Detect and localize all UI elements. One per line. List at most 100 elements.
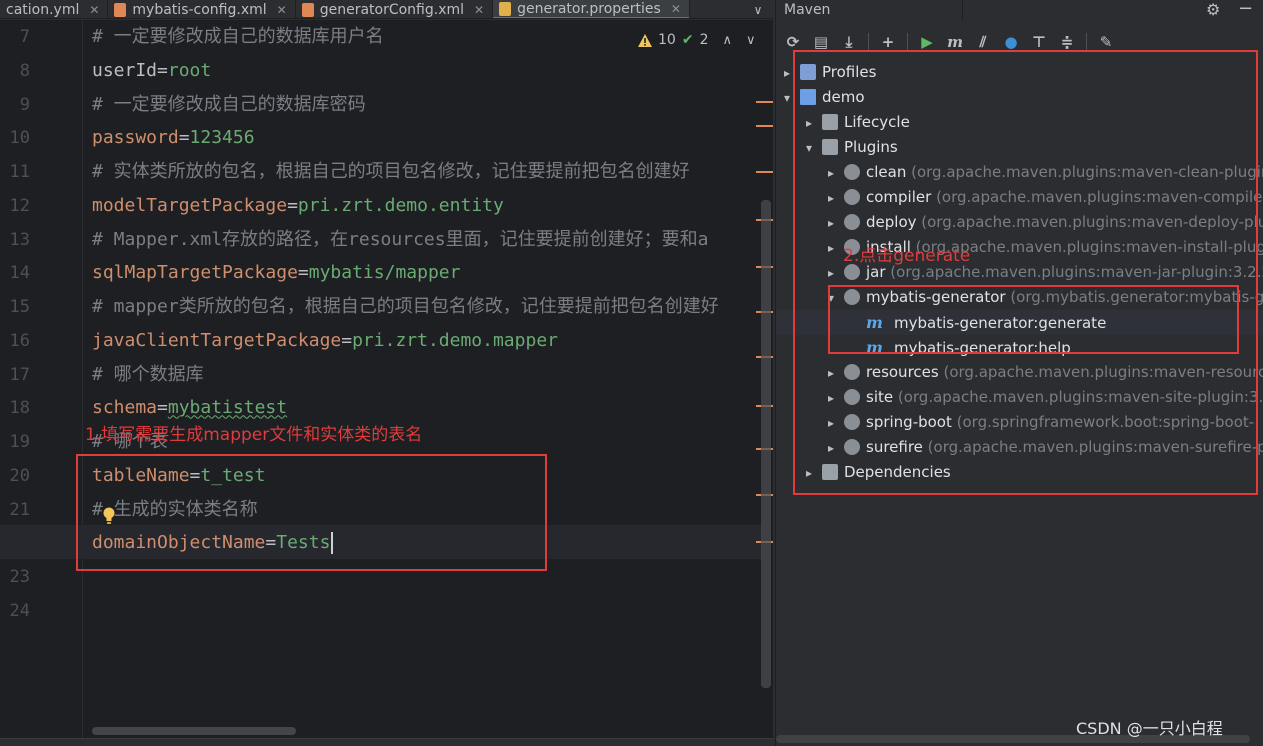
line-number: 20 (9, 465, 30, 486)
tab-list-chevron-icon[interactable]: ∨ (743, 0, 773, 18)
property-key: schema (92, 397, 158, 419)
line-number: 11 (9, 162, 30, 182)
code-line[interactable]: modelTargetPackage=pri.zrt.demo.entity (92, 189, 504, 223)
scroll-marker[interactable] (756, 101, 773, 103)
editor-tab[interactable]: cation.yml ✕ (0, 0, 109, 18)
reload-icon[interactable]: ⟳ (784, 33, 802, 51)
gear-icon[interactable]: ⚙ (1206, 0, 1220, 19)
code-area[interactable]: # 一定要修改成自己的数据库用户名 userId=root # 一定要修改成自己的数… (92, 20, 762, 746)
close-icon[interactable]: ✕ (474, 3, 484, 17)
equals-sign: = (287, 194, 298, 216)
code-line[interactable]: javaClientTargetPackage=pri.zrt.demo.map… (92, 324, 558, 358)
editor-tab[interactable]: generator.properties ✕ (493, 0, 690, 18)
maven-goal-icon[interactable]: m (946, 33, 964, 51)
line-number: 13 (9, 229, 30, 250)
code-line[interactable]: # 哪个数据库 (92, 358, 204, 392)
code-line[interactable]: # 一定要修改成自己的数据库密码 (92, 88, 366, 122)
code-line[interactable]: # mapper类所放的包名，根据自己的项目包名修改，记住要提前把包名创建好 (92, 290, 719, 324)
comment-text: # 实体类所放的包名，根据自己的项目包名修改，记住要提前把包名创建好 (92, 161, 690, 182)
annotation-text-1: 1.填写需要生成mapper文件和实体类的表名 (85, 425, 423, 445)
equals-sign: = (341, 329, 353, 351)
editor-tab[interactable]: mybatis-config.xml ✕ (108, 0, 296, 18)
collapse-all-icon[interactable]: ≑ (1058, 33, 1076, 51)
property-key: modelTargetPackage (92, 194, 288, 216)
toggle-offline-icon[interactable]: ⫽ (974, 33, 992, 51)
line-number: 16 (9, 330, 30, 351)
ok-count: 2 (699, 32, 709, 48)
line-number: 10 (9, 128, 30, 149)
comment-text: # 哪个数据库 (92, 363, 204, 385)
warning-icon (638, 33, 652, 47)
code-line[interactable]: # 一定要修改成自己的数据库用户名 (92, 20, 384, 54)
inspection-widget[interactable]: 10 ✔ 2 ∧ ∨ (638, 32, 756, 48)
warning-count: 10 (658, 32, 676, 48)
code-line[interactable]: sqlMapTargetPackage=mybatis/mapper (92, 256, 460, 290)
code-line[interactable]: # Mapper.xml存放的路径，在resources里面，记住要提前创建好；… (92, 223, 708, 257)
toolbar-separator (868, 33, 869, 51)
minimize-icon[interactable]: − (1238, 0, 1253, 19)
line-number: 17 (9, 364, 30, 385)
annotation-box-generate (828, 285, 1239, 354)
property-value: mybatistest (167, 397, 288, 419)
xml-file-icon (114, 2, 127, 17)
comment-text: # 一定要修改成自己的数据库密码 (92, 93, 366, 115)
close-icon[interactable]: ✕ (671, 2, 681, 16)
property-key: javaClientTargetPackage (92, 329, 342, 351)
property-value: pri.zrt.demo.entity (297, 194, 504, 216)
editor-tab-label: mybatis-config.xml (132, 1, 267, 18)
scroll-marker[interactable] (756, 171, 773, 173)
header-divider (962, 0, 963, 20)
run-icon[interactable]: ▶ (918, 33, 936, 51)
download-icon[interactable]: ⤓ (840, 33, 858, 51)
editor-tab-label: generatorConfig.xml (319, 1, 465, 18)
property-key: sqlMapTargetPackage (92, 262, 298, 284)
property-value: mybatis/mapper (308, 262, 461, 284)
line-number: 15 (9, 297, 30, 317)
line-number: 18 (9, 398, 30, 419)
watermark-text: CSDN @一只小白程 (1076, 719, 1223, 738)
scroll-marker[interactable] (756, 125, 773, 127)
annotation-text-2: 2.点击generate (843, 246, 971, 266)
line-number: 14 (9, 263, 30, 284)
show-deps-icon[interactable]: ⊤ (1030, 33, 1048, 51)
property-value: root (167, 59, 212, 81)
code-line[interactable]: userId=root (92, 54, 211, 88)
annotation-box-1 (76, 454, 547, 571)
property-value: 123456 (189, 127, 255, 149)
plus-icon[interactable]: + (879, 33, 897, 51)
line-number: 23 (9, 567, 30, 587)
maven-title: Maven (784, 2, 831, 18)
vertical-scrollbar[interactable] (761, 200, 771, 688)
line-number: 9 (19, 94, 30, 115)
add-folder-icon[interactable]: ▤ (812, 33, 830, 51)
maven-header: Maven (776, 0, 1263, 20)
toolbar-separator (907, 33, 908, 51)
editor-tab-bar: cation.yml ✕ mybatis-config.xml ✕ generatorC… (0, 0, 773, 19)
chevron-up-icon[interactable]: ∧ (722, 33, 732, 48)
line-number-gutter: 789101112131415161718192021222324 (0, 20, 82, 746)
code-line[interactable]: password=123456 (92, 121, 255, 155)
code-editor[interactable]: 789101112131415161718192021222324 # 一定要修… (0, 20, 773, 746)
line-number: 7 (19, 27, 30, 47)
comment-text: # 一定要修改成自己的数据库用户名 (92, 26, 384, 47)
thread-icon[interactable]: ● (1002, 33, 1020, 51)
toolbar-separator (1086, 33, 1087, 51)
equals-sign: = (297, 262, 309, 284)
properties-file-icon (499, 1, 512, 16)
line-number: 8 (19, 60, 30, 81)
settings-wrench-icon[interactable]: ✎ (1097, 33, 1115, 51)
comment-text: # Mapper.xml存放的路径，在resources里面，记住要提前创建好；… (92, 228, 709, 250)
code-line[interactable]: # 实体类所放的包名，根据自己的项目包名修改，记住要提前把包名创建好 (92, 155, 690, 189)
editor-bottom-bar (0, 738, 773, 746)
editor-tab-label: generator.properties (517, 0, 661, 17)
editor-tab[interactable]: generatorConfig.xml ✕ (296, 0, 494, 18)
gutter-divider (82, 20, 83, 746)
close-icon[interactable]: ✕ (89, 3, 99, 17)
horizontal-scrollbar[interactable] (92, 727, 296, 735)
equals-sign: = (157, 397, 168, 419)
close-icon[interactable]: ✕ (277, 3, 287, 17)
line-number: 24 (9, 600, 30, 621)
annotation-box-maven (793, 50, 1258, 495)
chevron-down-icon[interactable]: ∨ (746, 33, 756, 48)
line-number: 12 (9, 195, 30, 216)
